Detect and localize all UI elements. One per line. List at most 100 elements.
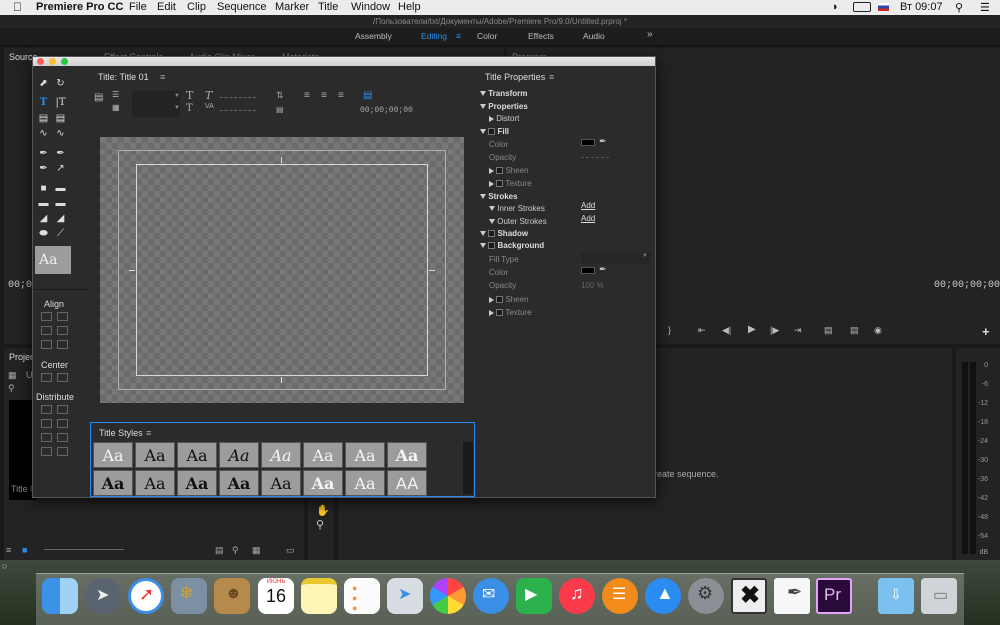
canvas-timecode[interactable]: 00;00;00;00	[360, 106, 413, 115]
menu-sequence[interactable]: Sequence	[217, 1, 267, 13]
zoom-slider[interactable]	[44, 549, 124, 550]
clipped-rectangle-tool-icon[interactable]: ▬	[54, 183, 67, 194]
align-left-icon[interactable]	[41, 312, 52, 321]
center-vertical-icon[interactable]	[57, 373, 68, 382]
fill-checkbox[interactable]	[488, 128, 496, 136]
add-anchor-tool-icon[interactable]: ✒	[37, 163, 50, 174]
background-checkbox[interactable]	[488, 242, 496, 250]
menu-edit[interactable]: Edit	[157, 1, 176, 13]
styles-scrollbar[interactable]	[463, 442, 473, 494]
background-section[interactable]: Background	[480, 241, 544, 250]
fill-opacity-field[interactable]	[581, 157, 609, 158]
add-inner-stroke-link[interactable]: Add	[581, 201, 595, 210]
title-style-swatch[interactable]: Aa	[177, 470, 217, 496]
title-style-swatch[interactable]: Aa	[177, 442, 217, 468]
shadow-checkbox[interactable]	[488, 230, 496, 238]
creative-cloud-icon[interactable]: ○	[2, 561, 7, 571]
distribute-horizontal-center-icon[interactable]	[57, 405, 68, 414]
rectangle-tool-icon[interactable]: ■	[37, 183, 50, 194]
outer-strokes-row[interactable]: Outer Strokes	[489, 217, 547, 226]
extract-icon[interactable]: ▤	[850, 325, 859, 336]
tab-stops-icon[interactable]: ▤	[276, 105, 284, 114]
title-style-swatch[interactable]: Aa	[93, 442, 133, 468]
go-to-out-icon[interactable]: ⇥	[794, 325, 802, 336]
finder-icon[interactable]	[42, 578, 78, 614]
title-styles-menu-icon[interactable]: ≡	[146, 428, 151, 438]
align-left-text-icon[interactable]: ≡	[304, 90, 310, 101]
go-to-in-icon[interactable]: ⇤	[698, 325, 706, 336]
sheen-row[interactable]: Sheen	[489, 166, 529, 175]
title-style-swatch[interactable]: Aa	[303, 470, 343, 496]
templates-icon[interactable]: ▦	[112, 103, 120, 112]
eyedropper-icon[interactable]: ✒	[599, 136, 607, 147]
search-icon[interactable]: ⚲	[8, 383, 15, 394]
title-style-swatch[interactable]: Aa	[93, 470, 133, 496]
contacts-icon[interactable]: ☻	[214, 578, 250, 614]
font-size-field[interactable]	[220, 97, 256, 98]
notification-center-icon[interactable]: ☰	[980, 1, 990, 14]
find-icon[interactable]: ⚲	[232, 545, 239, 556]
add-outer-stroke-link[interactable]: Add	[581, 214, 595, 223]
icon-view-icon[interactable]: ■	[22, 545, 27, 555]
menu-help[interactable]: Help	[398, 1, 421, 13]
calendar-icon[interactable]: ИЮНЬ 16	[258, 578, 294, 614]
menu-file[interactable]: File	[129, 1, 147, 13]
font-dropdown-icon[interactable]: ▼	[174, 93, 180, 99]
premiere-pro-icon[interactable]: Pr	[816, 578, 852, 614]
app-menu[interactable]: Premiere Pro CC	[36, 1, 123, 13]
texture-row[interactable]: Texture	[489, 179, 532, 188]
title-style-swatch[interactable]: Aa	[219, 442, 259, 468]
messages-icon[interactable]: ✉	[473, 578, 509, 614]
bg-sheen-checkbox[interactable]	[496, 296, 504, 304]
reminders-icon[interactable]: ● ● ●	[344, 578, 380, 614]
workspace-menu-icon[interactable]: ≡	[456, 31, 461, 41]
close-button[interactable]	[37, 58, 44, 65]
app-store-icon[interactable]: ▲	[645, 578, 681, 614]
search-icon[interactable]: ⚲	[955, 1, 963, 14]
zoom-button[interactable]	[61, 58, 68, 65]
distribute-top-icon[interactable]	[41, 419, 52, 428]
menu-window[interactable]: Window	[351, 1, 390, 13]
step-forward-icon[interactable]: |▶	[770, 325, 779, 336]
title-style-swatch[interactable]: Aa	[135, 470, 175, 496]
facetime-icon[interactable]: ▶	[516, 578, 552, 614]
workspace-editing[interactable]: Editing	[421, 31, 447, 41]
menu-title[interactable]: Title	[318, 1, 338, 13]
arc-tool-icon[interactable]: ◢	[54, 213, 67, 224]
flag-icon[interactable]	[878, 3, 889, 11]
mark-out-icon[interactable]: }	[668, 325, 671, 335]
center-text-icon[interactable]: ≡	[321, 90, 327, 101]
align-vertical-center-icon[interactable]	[57, 312, 68, 321]
step-back-icon[interactable]: ◀|	[722, 325, 731, 336]
title-style-swatch[interactable]: Aa	[345, 470, 385, 496]
line-tool-icon[interactable]: ⟋	[54, 228, 67, 239]
menu-marker[interactable]: Marker	[275, 1, 309, 13]
transform-section[interactable]: Transform	[480, 89, 527, 98]
eyedropper-icon[interactable]: ✒	[599, 264, 607, 275]
vertical-type-tool-icon[interactable]: |T	[54, 97, 67, 108]
roll-crawl-icon[interactable]: ☰	[112, 90, 119, 99]
selection-tool-icon[interactable]: ⬈	[37, 78, 50, 89]
workspace-effects[interactable]: Effects	[528, 31, 554, 41]
add-button-icon[interactable]: +	[982, 324, 990, 339]
texture-checkbox[interactable]	[496, 180, 504, 188]
center-horizontal-icon[interactable]	[41, 373, 52, 382]
workspace-color[interactable]: Color	[477, 31, 497, 41]
menu-clip[interactable]: Clip	[187, 1, 206, 13]
title-style-swatch[interactable]: Aa	[219, 470, 259, 496]
mail-icon[interactable]: ❄	[171, 578, 207, 614]
align-right-text-icon[interactable]: ≡	[338, 90, 344, 101]
title-panel-menu-icon[interactable]: ≡	[160, 72, 165, 82]
bold-icon[interactable]: T	[186, 89, 193, 102]
zoom-tool-icon[interactable]: ⚲	[316, 518, 324, 531]
distribute-spacing-v-icon[interactable]	[57, 447, 68, 456]
new-item-icon[interactable]: ▦	[252, 545, 261, 556]
books-icon[interactable]: ☰	[602, 578, 638, 614]
align-top-icon[interactable]	[41, 326, 52, 335]
inner-strokes-row[interactable]: Inner Strokes	[489, 204, 545, 213]
show-background-video-icon[interactable]: ▤	[363, 90, 372, 101]
distribute-left-icon[interactable]	[41, 405, 52, 414]
distribute-right-icon[interactable]	[41, 433, 52, 442]
vertical-path-type-tool-icon[interactable]: ∿	[54, 128, 67, 139]
path-type-tool-icon[interactable]: ∿	[37, 128, 50, 139]
